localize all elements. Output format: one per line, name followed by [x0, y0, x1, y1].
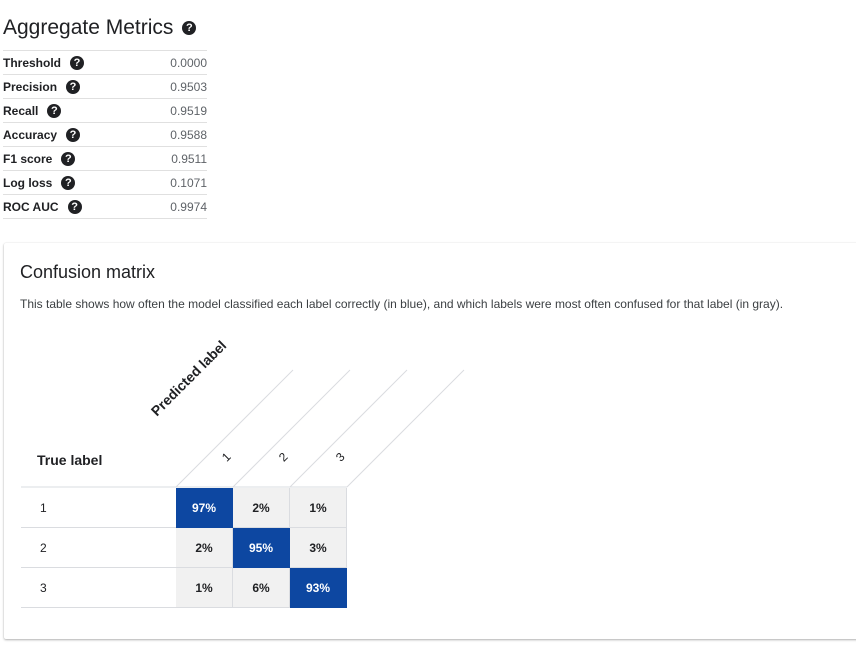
- matrix-cell: 3%: [290, 528, 347, 568]
- metric-value: 0.9511: [171, 151, 207, 166]
- metric-value: 0.9974: [170, 199, 207, 214]
- question-circle-icon[interactable]: ?: [70, 55, 85, 70]
- question-circle-icon[interactable]: ?: [47, 103, 62, 118]
- question-circle-icon[interactable]: ?: [66, 127, 81, 142]
- metric-name: Accuracy: [3, 127, 58, 142]
- metric-row-log-loss: Log loss? 0.1071: [3, 171, 207, 195]
- matrix-cell: 1%: [290, 488, 347, 528]
- aggregate-metrics-title: Aggregate Metrics ?: [3, 16, 197, 40]
- metrics-table: Threshold? 0.0000 Precision? 0.9503 Reca…: [3, 50, 207, 219]
- matrix-cell-correct: 95%: [233, 528, 290, 568]
- metric-value: 0.9519: [170, 103, 207, 118]
- metric-name: Precision: [3, 79, 58, 94]
- row-label: 2: [40, 541, 47, 555]
- row-divider: [21, 527, 176, 528]
- header-divider-line: [232, 369, 351, 488]
- metric-name: Log loss: [3, 175, 53, 190]
- matrix-header-lines: [21, 369, 465, 488]
- metric-row-accuracy: Accuracy? 0.9588: [3, 123, 207, 147]
- matrix-cell: 1%: [176, 568, 233, 608]
- metric-row-precision: Precision? 0.9503: [3, 75, 207, 99]
- metric-row-roc-auc: ROC AUC? 0.9974: [3, 195, 207, 219]
- row-divider: [21, 567, 176, 568]
- question-circle-icon[interactable]: ?: [61, 151, 76, 166]
- header-divider-line: [346, 369, 465, 488]
- confusion-matrix-card: Confusion matrix This table shows how of…: [4, 243, 856, 639]
- row-label: 3: [40, 581, 47, 595]
- metric-name: ROC AUC: [3, 199, 59, 214]
- matrix-cell: 2%: [176, 528, 233, 568]
- matrix-cell: 6%: [233, 568, 290, 608]
- true-label-header: True label: [37, 452, 103, 468]
- metric-row-f1-score: F1 score? 0.9511: [3, 147, 207, 171]
- metric-value: 0.1071: [170, 175, 207, 190]
- row-label: 1: [40, 501, 47, 515]
- aggregate-metrics-heading: Aggregate Metrics: [3, 16, 174, 39]
- metric-value: 0.9503: [170, 79, 207, 94]
- metric-name: Threshold: [3, 55, 62, 70]
- header-divider-line: [289, 369, 408, 488]
- question-circle-icon[interactable]: ?: [61, 175, 76, 190]
- metric-value: 0.0000: [170, 55, 207, 70]
- question-circle-icon[interactable]: ?: [67, 199, 82, 214]
- metric-row-recall: Recall? 0.9519: [3, 99, 207, 123]
- matrix-cell-correct: 97%: [176, 488, 233, 528]
- question-circle-icon[interactable]: ?: [182, 21, 197, 35]
- matrix-cell-correct: 93%: [290, 568, 347, 608]
- metric-name: F1 score: [3, 151, 53, 166]
- metric-row-threshold: Threshold? 0.0000: [3, 51, 207, 75]
- question-circle-icon[interactable]: ?: [66, 79, 81, 94]
- metric-name: Recall: [3, 103, 39, 118]
- metric-value: 0.9588: [170, 127, 207, 142]
- row-divider: [21, 607, 176, 608]
- matrix-cell: 2%: [233, 488, 290, 528]
- header-divider-line: [175, 369, 294, 488]
